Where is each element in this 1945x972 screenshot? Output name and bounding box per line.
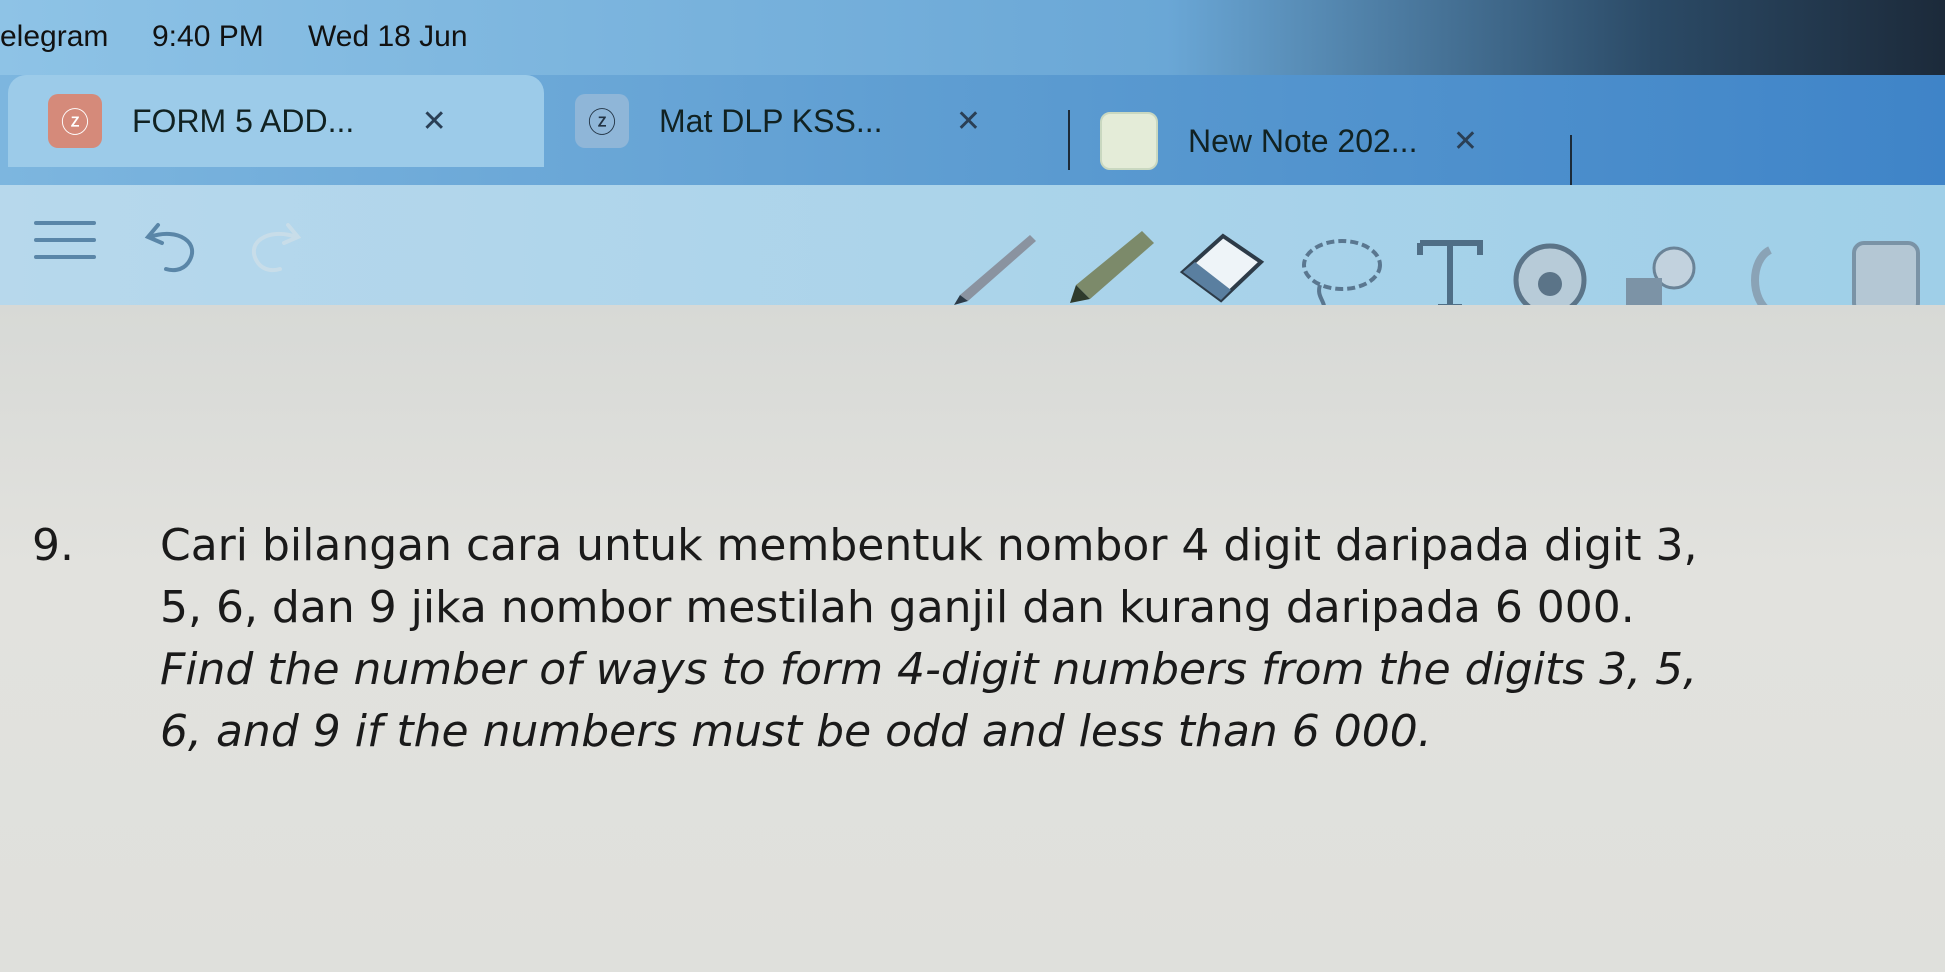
question-number: 9.: [32, 520, 74, 571]
note-thumbnail-icon: [1100, 112, 1158, 170]
highlighter-icon[interactable]: [1058, 225, 1158, 305]
tab-label: New Note 202...: [1188, 122, 1418, 159]
pen-icon[interactable]: [940, 225, 1040, 305]
toolbar: [0, 185, 1945, 317]
close-icon[interactable]: ✕: [1445, 121, 1485, 161]
tab-label: Mat DLP KSS...: [659, 102, 883, 139]
tab-form5-add[interactable]: ⓩ FORM 5 ADD... ✕: [8, 75, 544, 167]
image-icon[interactable]: [1840, 235, 1930, 315]
status-app-name: elegram: [0, 20, 109, 53]
question-malay-line: 5, 6, dan 9 jika nombor mestilah ganjil …: [160, 582, 1635, 633]
tab-mat-dlp-kss[interactable]: ⓩ Mat DLP KSS... ✕: [575, 75, 1045, 167]
redo-icon[interactable]: [238, 205, 308, 275]
close-icon[interactable]: ✕: [949, 101, 989, 141]
tab-divider: [1068, 110, 1070, 170]
lasso-icon[interactable]: [1290, 235, 1390, 315]
document-app-icon: ⓩ: [575, 94, 629, 148]
close-icon[interactable]: ✕: [414, 101, 454, 141]
tab-bar: ⓩ FORM 5 ADD... ✕ ⓩ Mat DLP KSS... ✕ New…: [0, 75, 1945, 185]
status-bar: elegram 9:40 PM Wed 18 Jun: [0, 0, 1945, 75]
question-english-line: 6, and 9 if the numbers must be odd and …: [160, 706, 1432, 757]
eraser-icon[interactable]: [1175, 230, 1275, 310]
tab-new-note[interactable]: New Note 202... ✕: [1100, 95, 1600, 187]
status-time: 9:40 PM: [152, 20, 264, 53]
text-icon[interactable]: [1410, 235, 1490, 315]
tab-label: FORM 5 ADD...: [132, 102, 355, 139]
question-english-line: Find the number of ways to form 4-digit …: [160, 644, 1698, 695]
document-app-icon: ⓩ: [48, 94, 102, 148]
question-text: Cari bilangan cara untuk membentuk nombo…: [160, 515, 1900, 763]
undo-icon[interactable]: [138, 205, 208, 275]
status-date: Wed 18 Jun: [308, 20, 468, 53]
note-page[interactable]: 9. Cari bilangan cara untuk membentuk no…: [0, 305, 1945, 972]
menu-icon[interactable]: [30, 205, 100, 275]
question-malay-line: Cari bilangan cara untuk membentuk nombo…: [160, 520, 1698, 571]
